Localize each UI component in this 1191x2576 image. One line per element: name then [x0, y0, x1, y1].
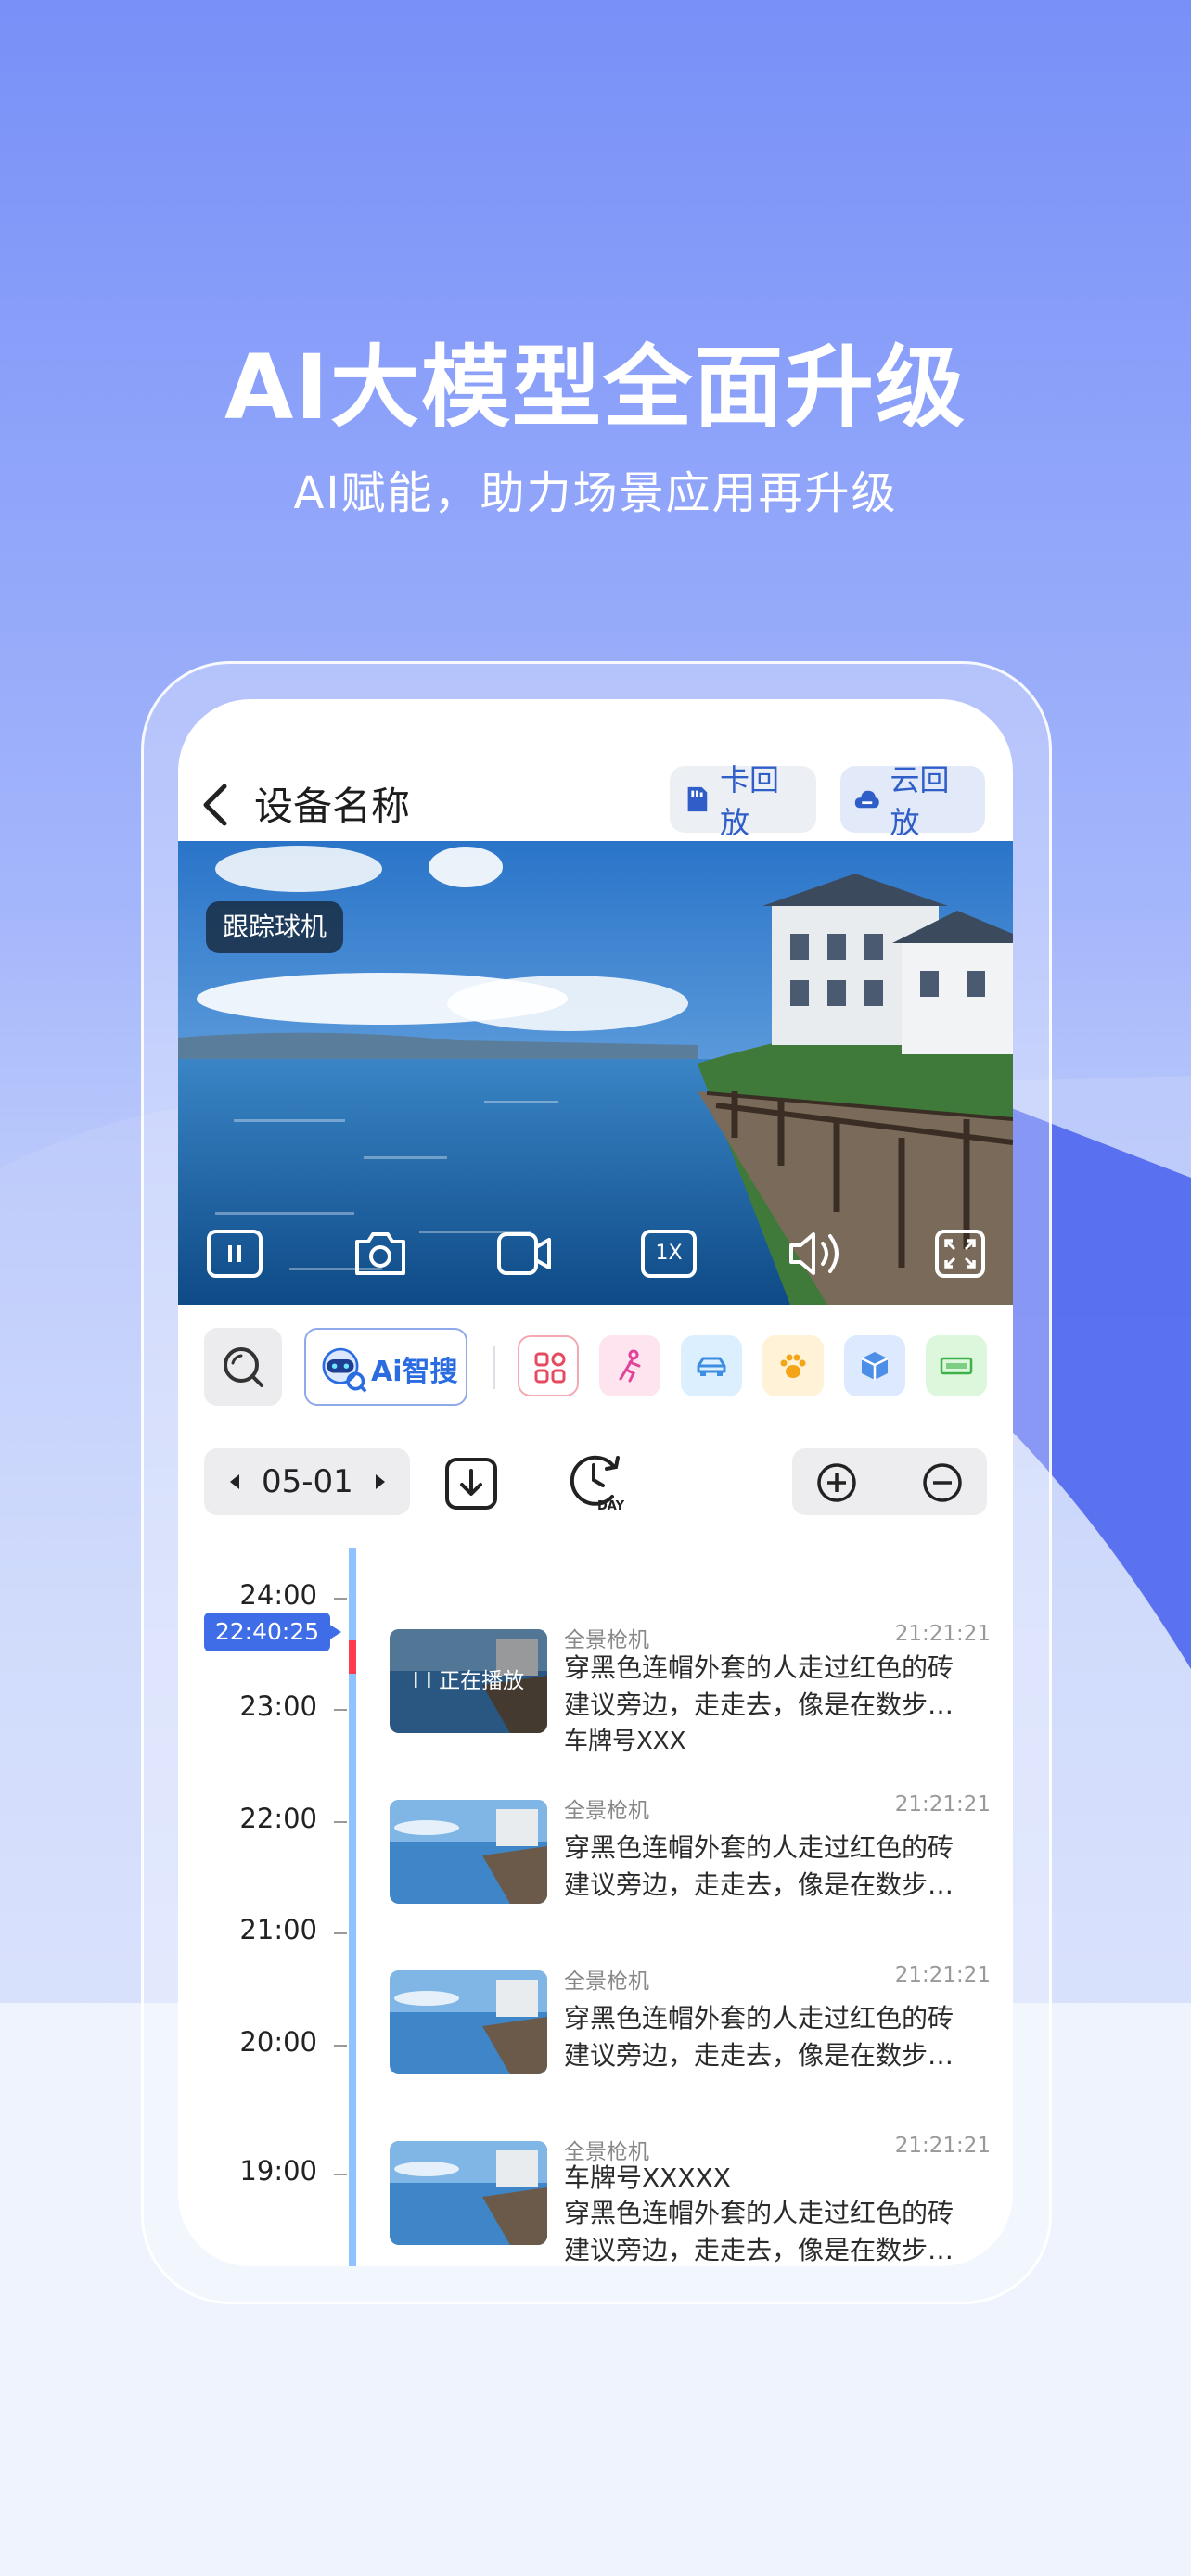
event-time: 21:21:21	[894, 2134, 991, 2158]
robot-icon	[322, 1347, 367, 1393]
event-description: 建议旁边，走走去，像是在数步…	[564, 2235, 954, 2265]
fullscreen-button[interactable]	[931, 1229, 989, 1279]
search-icon	[224, 1347, 263, 1387]
event-timeline[interactable]: 24:00 23:00 22:00 21:00 20:00 19:00 22:4…	[178, 1548, 1013, 2266]
page-title: 设备名称	[254, 784, 411, 829]
event-description: 建议旁边，走走去，像是在数步…	[564, 2040, 954, 2071]
current-time-badge: 22:40:25	[204, 1613, 330, 1651]
category-pet-button[interactable]	[762, 1335, 824, 1396]
event-description: 穿黑色连帽外套的人走过红色的砖	[564, 1652, 954, 1683]
event-thumbnail-image	[390, 2141, 547, 2245]
day-history-icon[interactable]: DAY	[566, 1448, 631, 1513]
car-icon	[697, 1357, 726, 1376]
timeline-tick	[334, 1598, 347, 1600]
zoom-controls	[792, 1448, 987, 1515]
timeline-hour: 24:00	[239, 1579, 317, 1611]
event-description: 穿黑色连帽外套的人走过红色的砖	[564, 2003, 954, 2034]
event-camera: 全景枪机	[564, 1799, 649, 1823]
event-thumbnail[interactable]	[390, 1970, 547, 2074]
category-all-button[interactable]	[518, 1335, 579, 1396]
filter-toolbar: Ai智搜	[178, 1320, 1013, 1413]
event-thumbnail-image	[390, 1970, 547, 2074]
tracking-camera-tag: 跟踪球机	[206, 901, 344, 953]
video-record-icon	[497, 1232, 551, 1275]
event-plate: 车牌号XXXXX	[564, 2162, 731, 2193]
event-time: 21:21:21	[894, 1963, 991, 1987]
pause-button[interactable]	[206, 1229, 263, 1279]
back-icon[interactable]	[198, 781, 232, 829]
now-playing-label: I I 正在播放	[390, 1629, 547, 1733]
speed-label: 1X	[655, 1242, 683, 1265]
timeline-hour: 22:00	[239, 1803, 317, 1834]
event-thumbnail[interactable]: I I 正在播放	[390, 1629, 547, 1733]
timeline-hour: 19:00	[239, 2155, 317, 2187]
date-value: 05-01	[262, 1463, 353, 1500]
category-plate-button[interactable]	[926, 1335, 987, 1396]
timeline-tick	[334, 2045, 347, 2047]
speed-button[interactable]: 1X	[640, 1229, 698, 1279]
search-button[interactable]	[204, 1328, 282, 1406]
current-time-pointer	[328, 1624, 341, 1640]
ai-search-label: Ai智搜	[371, 1356, 458, 1388]
category-package-button[interactable]	[844, 1335, 905, 1396]
ai-search-button[interactable]: Ai智搜	[304, 1328, 467, 1406]
hero-title: AI大模型全面升级	[224, 336, 967, 440]
category-person-button[interactable]	[599, 1335, 660, 1396]
timeline-hour: 23:00	[239, 1690, 317, 1722]
event-camera: 全景枪机	[564, 1970, 649, 1994]
grid-icon	[534, 1352, 566, 1384]
snapshot-button[interactable]	[352, 1229, 409, 1279]
cloud-playback-label: 云回放	[890, 762, 950, 840]
pause-icon	[207, 1230, 263, 1278]
pet-icon	[780, 1354, 806, 1378]
timeline-tick	[334, 2174, 347, 2175]
record-button[interactable]	[495, 1229, 553, 1279]
event-description: 建议旁边，走走去，像是在数步…	[564, 1869, 954, 1900]
sd-card-icon	[687, 786, 708, 812]
event-plate: 车牌号XXX	[564, 1728, 686, 1755]
camera-icon	[355, 1232, 405, 1275]
video-player[interactable]: 跟踪球机 1X	[178, 841, 1013, 1305]
divider	[493, 1346, 495, 1389]
download-icon[interactable]	[443, 1456, 499, 1511]
caret-left-icon[interactable]	[221, 1467, 249, 1497]
timeline-tick	[334, 1932, 347, 1934]
event-thumbnail-image	[390, 1800, 547, 1904]
event-thumbnail[interactable]	[390, 1800, 547, 1904]
speaker-icon	[789, 1232, 839, 1275]
app-screen: 设备名称 卡回放 云回放 跟踪球机 1X Ai智搜 05-01 DAY 24:0…	[178, 699, 1013, 2266]
timeline-event-marker	[349, 1640, 356, 1674]
event-description: 建议旁边，走走去，像是在数步…	[564, 1690, 954, 1720]
event-description: 穿黑色连帽外套的人走过红色的砖	[564, 2198, 954, 2228]
event-time: 21:21:21	[894, 1792, 991, 1817]
hero-subtitle: AI赋能，助力场景应用再升级	[293, 467, 898, 519]
date-selector: 05-01	[204, 1448, 410, 1515]
timeline-hour: 20:00	[239, 2026, 317, 2058]
fullscreen-icon	[935, 1230, 985, 1278]
zoom-in-icon[interactable]	[814, 1460, 859, 1505]
zoom-out-icon[interactable]	[920, 1460, 965, 1505]
card-playback-button[interactable]: 卡回放	[670, 762, 816, 840]
timeline-hour: 21:00	[239, 1914, 317, 1945]
timeline-tick	[334, 1821, 347, 1823]
package-icon	[861, 1352, 889, 1380]
event-description: 穿黑色连帽外套的人走过红色的砖	[564, 1832, 954, 1863]
event-time: 21:21:21	[894, 1622, 991, 1646]
cloud-icon	[854, 790, 879, 809]
person-icon	[619, 1349, 641, 1383]
top-bar: 设备名称 卡回放 云回放	[178, 755, 1013, 844]
license-plate-icon	[940, 1357, 973, 1375]
date-row: 05-01 DAY	[178, 1441, 1013, 1524]
card-playback-label: 卡回放	[720, 762, 780, 840]
volume-button[interactable]	[786, 1229, 843, 1279]
timeline-tick	[334, 1709, 347, 1711]
caret-right-icon[interactable]	[366, 1467, 394, 1497]
category-vehicle-button[interactable]	[681, 1335, 742, 1396]
event-thumbnail[interactable]	[390, 2141, 547, 2245]
svg-text:DAY: DAY	[597, 1499, 625, 1513]
cloud-playback-button[interactable]: 云回放	[840, 762, 985, 840]
